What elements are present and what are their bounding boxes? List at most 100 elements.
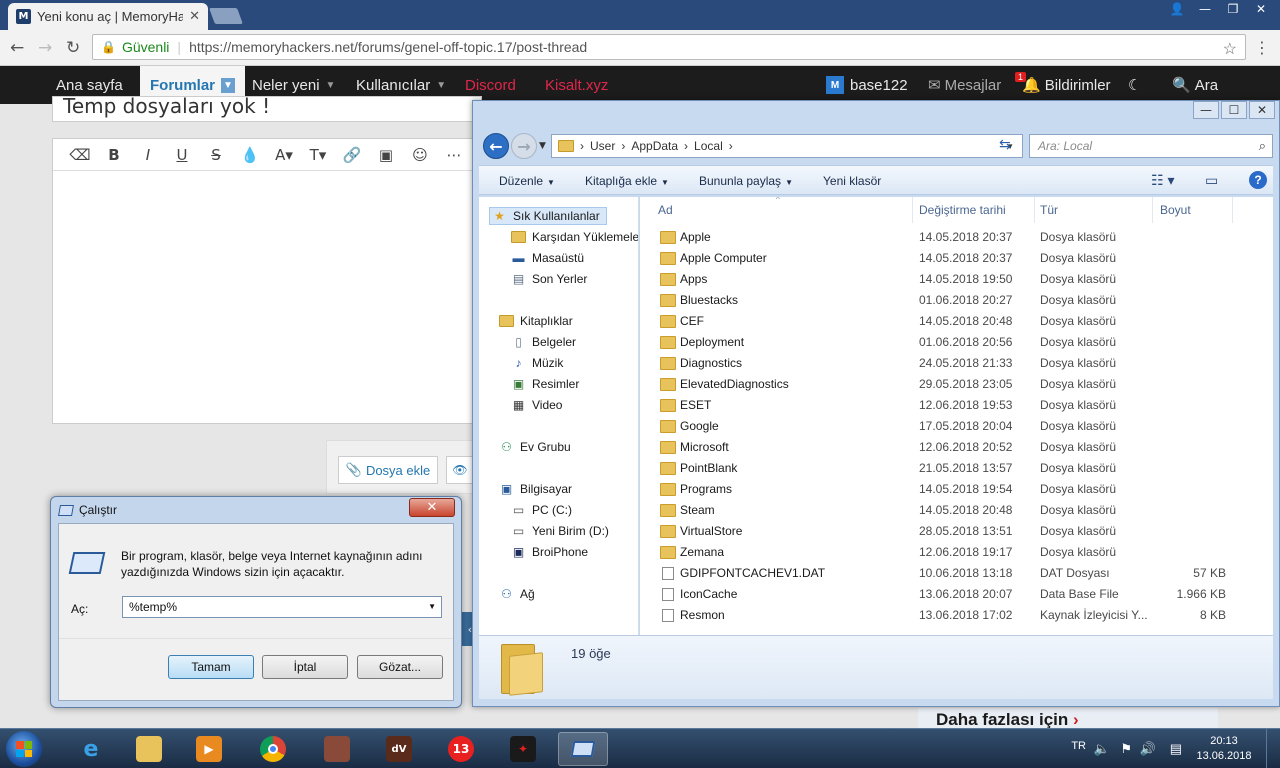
nav-recent[interactable]: ▤ Son Yerler xyxy=(511,272,588,286)
nav-favorites[interactable]: ★ Sık Kullanılanlar xyxy=(489,207,607,225)
add-to-library-button[interactable]: Kitaplığa ekle ▼ xyxy=(585,174,669,188)
nav-messages[interactable]: ✉ Mesajlar xyxy=(928,66,1001,104)
nav-music[interactable]: ♪ Müzik xyxy=(511,356,564,370)
forward-arrow-icon[interactable]: → xyxy=(511,133,537,159)
reload-icon[interactable]: ↻ xyxy=(66,38,80,58)
table-row[interactable]: IconCache 13.06.2018 20:07 Data Base File 1… xyxy=(640,584,1273,605)
close-button[interactable]: ✕ xyxy=(409,498,455,517)
nav-alerts[interactable]: 🔔 Bildirimler xyxy=(1022,66,1111,104)
nav-pictures[interactable]: ▣ Resimler xyxy=(511,377,580,391)
clock[interactable]: 20:13 13.06.2018 xyxy=(1194,734,1254,764)
nav-video[interactable]: ▦ Video xyxy=(511,398,563,412)
browse-button[interactable]: Gözat... xyxy=(357,655,443,679)
table-row[interactable]: Microsoft 12.06.2018 20:52 Dosya klasörü xyxy=(640,437,1273,458)
chrome-menu-icon[interactable]: ⋮ xyxy=(1254,38,1270,57)
table-row[interactable]: GDIPFONTCACHEV1.DAT 10.06.2018 13:18 DAT D… xyxy=(640,563,1273,584)
breadcrumb-arrow-icon[interactable]: › xyxy=(684,139,688,153)
back-arrow-icon[interactable]: ← xyxy=(483,133,509,159)
more-options-icon[interactable]: ⋯ xyxy=(437,146,471,164)
forward-arrow-icon[interactable]: → xyxy=(38,38,52,58)
italic-icon[interactable]: I xyxy=(131,146,165,164)
taskbar-game-2[interactable]: dV xyxy=(374,732,424,766)
bold-icon[interactable]: B xyxy=(97,146,131,164)
table-row[interactable]: Bluestacks 01.06.2018 20:27 Dosya klasörü xyxy=(640,290,1273,311)
explorer-search-input[interactable]: Ara: Local ⌕ xyxy=(1029,134,1273,158)
taskbar-game-3[interactable]: ✦ xyxy=(498,732,548,766)
message-editor[interactable]: ⌫ B I U S 💧 A▾ T▾ 🔗 ▣ ☺ ⋯ xyxy=(52,138,482,424)
view-options-icon[interactable]: ☷ ▾ xyxy=(1151,172,1174,189)
restore-icon[interactable]: ❐ xyxy=(1220,0,1246,18)
taskbar-explorer[interactable] xyxy=(124,732,174,766)
breadcrumb-arrow-icon[interactable]: › xyxy=(729,139,733,153)
help-icon[interactable]: ? xyxy=(1249,171,1267,189)
minimize-icon[interactable]: — xyxy=(1192,0,1218,18)
nav-iphone[interactable]: ▣ BroiPhone xyxy=(511,545,588,559)
close-tab-icon[interactable]: ✕ xyxy=(189,9,200,24)
table-row[interactable]: Resmon 13.06.2018 17:02 Kaynak İzleyicisi … xyxy=(640,605,1273,626)
eraser-icon[interactable]: ⌫ xyxy=(63,146,97,164)
explorer-titlebar[interactable]: — ☐ ✕ xyxy=(473,101,1279,129)
run-command-input[interactable]: %temp% ▼ xyxy=(122,596,442,618)
taskbar-chrome[interactable] xyxy=(248,732,298,766)
back-arrow-icon[interactable]: ← xyxy=(10,38,24,58)
recent-pages-icon[interactable]: ▼ xyxy=(539,141,546,151)
preview-button[interactable]: 👁 xyxy=(446,456,474,484)
language-indicator[interactable]: TR xyxy=(1071,740,1086,752)
profile-icon[interactable]: 👤 xyxy=(1164,0,1190,18)
table-row[interactable]: Apple 14.05.2018 20:37 Dosya klasörü xyxy=(640,227,1273,248)
column-header-type[interactable]: Tür xyxy=(1040,203,1058,223)
column-header-size[interactable]: Boyut xyxy=(1160,203,1191,223)
image-icon[interactable]: ▣ xyxy=(369,146,403,164)
nav-desktop[interactable]: ▬ Masaüstü xyxy=(511,251,585,265)
nav-homegroup[interactable]: ⚇ Ev Grubu xyxy=(499,440,571,454)
nav-drive-d[interactable]: ▭ Yeni Birim (D:) xyxy=(511,524,609,538)
preview-pane-icon[interactable]: ▭ xyxy=(1205,172,1218,189)
column-divider[interactable] xyxy=(1152,197,1153,223)
table-row[interactable]: ElevatedDiagnostics 29.05.2018 23:05 Dosya… xyxy=(640,374,1273,395)
link-icon[interactable]: 🔗 xyxy=(335,146,369,164)
font-size-icon[interactable]: T▾ xyxy=(301,146,335,164)
smiley-icon[interactable]: ☺ xyxy=(403,146,437,164)
nav-user[interactable]: Mbase122 xyxy=(826,66,908,104)
taskbar-ie[interactable]: e xyxy=(66,732,116,766)
column-divider[interactable] xyxy=(1034,197,1035,223)
refresh-icon[interactable]: ⇆ xyxy=(999,137,1011,153)
attach-file-button[interactable]: 📎 Dosya ekle xyxy=(338,456,438,484)
table-row[interactable]: Steam 14.05.2018 20:48 Dosya klasörü xyxy=(640,500,1273,521)
address-bar[interactable]: 🔒 Güvenli | https://memoryhackers.net/fo… xyxy=(92,34,1246,60)
browser-tab[interactable]: M Yeni konu aç | MemoryHa ✕ xyxy=(8,3,208,30)
flag-icon[interactable]: ⚑ xyxy=(1120,741,1132,757)
chevron-down-icon[interactable]: ▼ xyxy=(428,602,436,611)
chevron-down-icon[interactable]: ▼ xyxy=(221,77,235,93)
column-divider[interactable] xyxy=(1232,197,1233,223)
breadcrumb-local[interactable]: Local xyxy=(694,139,723,153)
share-with-button[interactable]: Bununla paylaş ▼ xyxy=(699,174,793,188)
speaker-icon[interactable]: 🔈 xyxy=(1094,741,1110,757)
table-row[interactable]: Programs 14.05.2018 19:54 Dosya klasörü xyxy=(640,479,1273,500)
new-tab-button[interactable] xyxy=(209,8,243,24)
nav-kisalt[interactable]: Kisalt.xyz xyxy=(545,66,608,104)
explorer-address-bar[interactable]: › User › AppData › Local › ▼ xyxy=(551,134,1023,158)
underline-icon[interactable]: U xyxy=(165,146,199,164)
cancel-button[interactable]: İptal xyxy=(262,655,348,679)
font-icon[interactable]: A▾ xyxy=(267,146,301,164)
table-row[interactable]: Deployment 01.06.2018 20:56 Dosya klasörü xyxy=(640,332,1273,353)
bookmark-star-icon[interactable]: ☆ xyxy=(1223,39,1237,59)
nav-documents[interactable]: ▯ Belgeler xyxy=(511,335,576,349)
breadcrumb-appdata[interactable]: AppData xyxy=(631,139,678,153)
breadcrumb-arrow-icon[interactable]: › xyxy=(580,139,584,153)
strikethrough-icon[interactable]: S xyxy=(199,146,233,164)
close-icon[interactable]: ✕ xyxy=(1249,101,1275,119)
run-titlebar[interactable]: Çalıştır xyxy=(58,503,117,517)
chevron-down-icon[interactable]: ▼ xyxy=(326,80,336,91)
table-row[interactable]: Diagnostics 24.05.2018 21:33 Dosya klasörü xyxy=(640,353,1273,374)
taskbar-app-13[interactable]: 13 xyxy=(436,732,486,766)
close-window-icon[interactable]: ✕ xyxy=(1248,0,1274,18)
table-row[interactable]: ESET 12.06.2018 19:53 Dosya klasörü xyxy=(640,395,1273,416)
nav-drive-c[interactable]: ▭ PC (C:) xyxy=(511,503,572,517)
nav-libraries[interactable]: Kitaplıklar xyxy=(499,314,573,328)
table-row[interactable]: Zemana 12.06.2018 19:17 Dosya klasörü xyxy=(640,542,1273,563)
table-row[interactable]: VirtualStore 28.05.2018 13:51 Dosya klasör… xyxy=(640,521,1273,542)
network-tray-icon[interactable]: ▤ xyxy=(1170,741,1182,757)
minimize-icon[interactable]: — xyxy=(1193,101,1219,119)
